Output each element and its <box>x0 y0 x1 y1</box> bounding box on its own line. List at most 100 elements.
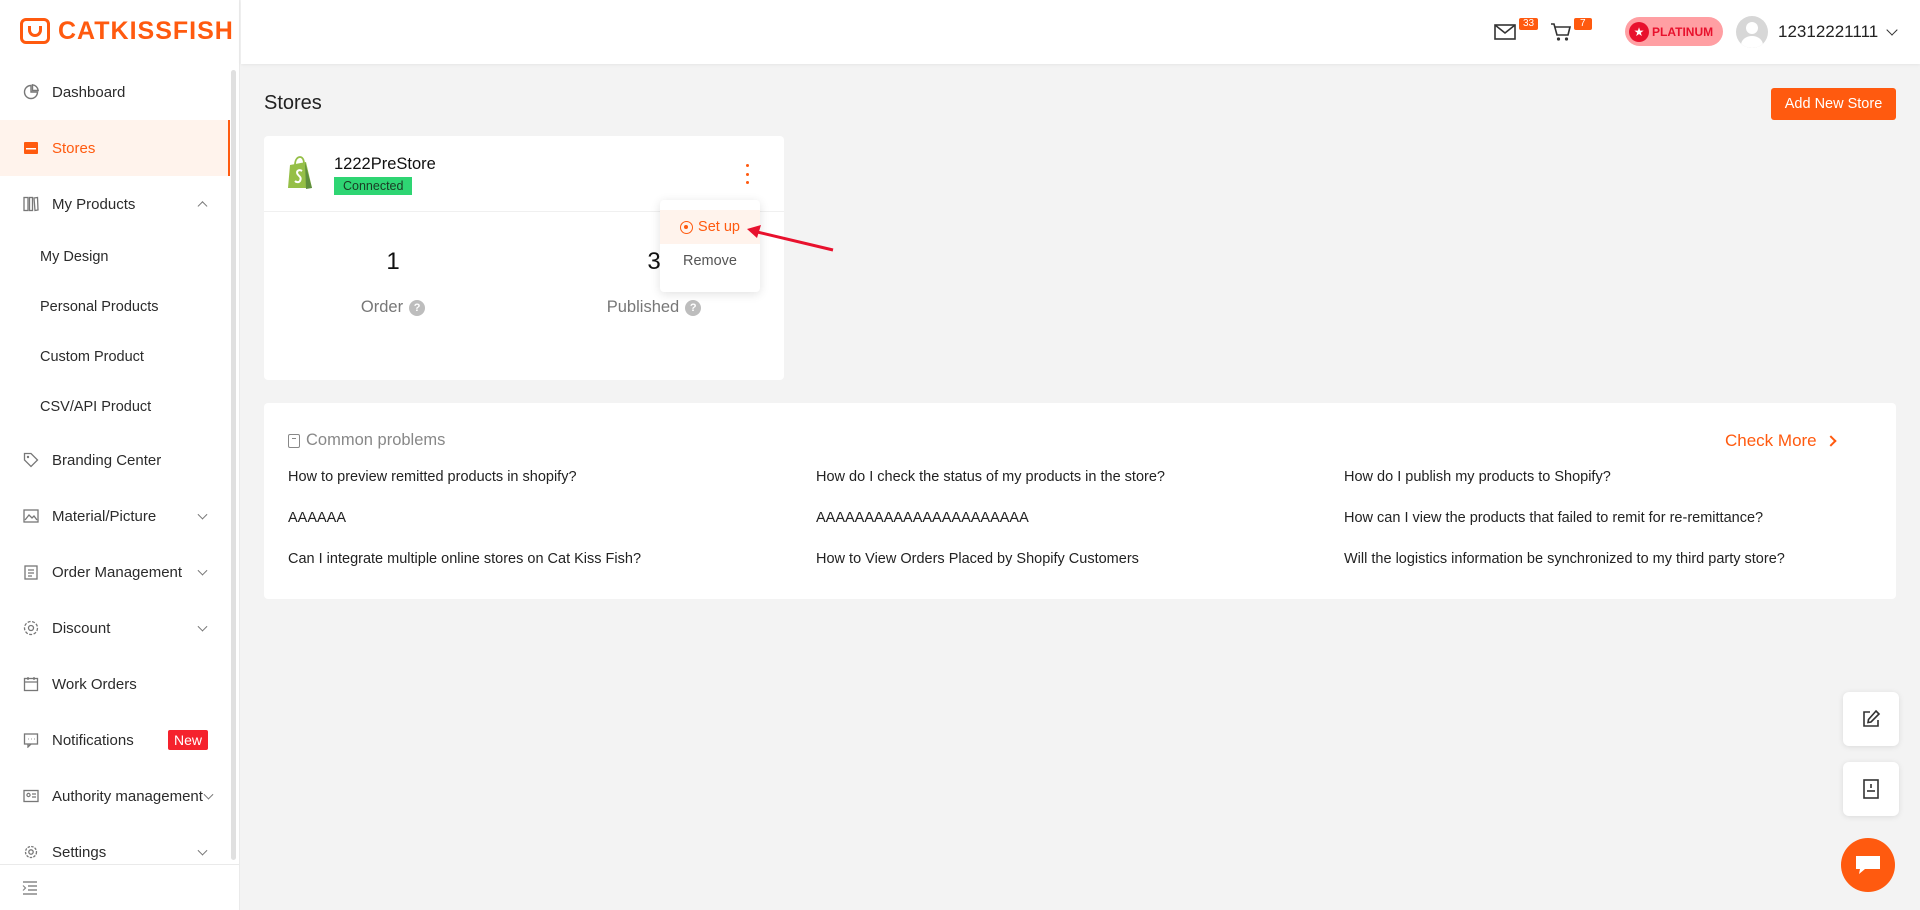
chevron-down-icon <box>197 565 208 576</box>
published-label: Published <box>606 298 680 316</box>
gear-icon <box>22 843 40 861</box>
sidebar-nav: Dashboard Stores My Products My Design P… <box>0 64 230 880</box>
dashboard-icon <box>22 83 40 101</box>
sidebar-item-label: Notifications <box>52 731 134 749</box>
chevron-right-icon <box>1824 435 1837 447</box>
book-icon <box>1863 779 1879 799</box>
annotation-arrow <box>747 225 834 252</box>
faq-link[interactable]: Can I integrate multiple online stores o… <box>288 551 641 567</box>
section-title-text: Common problems <box>306 431 446 449</box>
tag-icon <box>22 451 40 469</box>
message-icon <box>22 731 40 749</box>
sidebar-item-material-picture[interactable]: Material/Picture <box>0 488 230 544</box>
sidebar-item-label: Authority management <box>52 787 203 805</box>
sidebar-item-my-products[interactable]: My Products <box>0 176 230 232</box>
store-icon <box>22 139 40 157</box>
menu-fold-icon <box>22 880 37 895</box>
sidebar-item-label: Stores <box>52 139 96 157</box>
book-icon <box>288 433 300 448</box>
sidebar-item-label: Dashboard <box>52 83 126 101</box>
faq-link[interactable]: How can I view the products that failed … <box>1344 510 1763 526</box>
help-icon[interactable]: ? <box>409 299 426 316</box>
sidebar-item-label: My Products <box>52 195 136 213</box>
chevron-down-icon <box>203 789 214 800</box>
order-count: 1 <box>386 248 400 275</box>
faq-link[interactable]: Will the logistics information be synchr… <box>1344 551 1785 567</box>
help-icon[interactable]: ? <box>685 299 702 316</box>
order-stat: 1 Order ? <box>293 248 493 317</box>
edit-icon <box>1863 709 1881 727</box>
page-title: Stores <box>264 92 322 114</box>
chevron-down-icon <box>197 509 208 520</box>
sidebar-item-branding-center[interactable]: Branding Center <box>0 432 230 488</box>
chevron-down-icon <box>197 621 208 632</box>
faq-link[interactable]: AAAAAAAAAAAAAAAAAAAAAA <box>816 510 1029 526</box>
common-problems-title: Common problems <box>288 431 445 450</box>
chat-button[interactable] <box>1841 838 1895 892</box>
calendar-icon <box>22 675 40 693</box>
sidebar-scrollbar[interactable] <box>231 70 236 860</box>
sidebar: CATKISSFISH Dashboard Stores My Products… <box>0 0 240 910</box>
cart-count-badge: 7 <box>1574 18 1592 30</box>
avatar[interactable] <box>1736 16 1768 48</box>
sidebar-item-label: Order Management <box>52 563 183 581</box>
order-label-row: Order ? <box>293 298 493 317</box>
guide-button[interactable] <box>1843 762 1899 816</box>
common-problems-panel: Common problems Check More How to previe… <box>264 403 1896 599</box>
sidebar-item-label: Discount <box>52 619 111 637</box>
new-badge: New <box>168 730 209 750</box>
sidebar-subitem-my-design[interactable]: My Design <box>0 232 230 282</box>
id-card-icon <box>22 787 40 805</box>
sidebar-item-label: Settings <box>52 843 107 861</box>
check-more-label: Check More <box>1725 431 1817 450</box>
brand-logo[interactable]: CATKISSFISH <box>0 0 239 62</box>
username[interactable]: 12312221111 <box>1778 22 1878 42</box>
sidebar-subitem-custom-product[interactable]: Custom Product <box>0 332 230 382</box>
discount-icon <box>22 619 40 637</box>
chevron-down-icon <box>197 845 208 856</box>
brand-name: CATKISSFISH <box>58 16 234 45</box>
sidebar-item-dashboard[interactable]: Dashboard <box>0 64 230 120</box>
add-new-store-button[interactable]: Add New Store <box>1771 88 1896 120</box>
clipboard-icon <box>22 563 40 581</box>
faq-link[interactable]: How do I check the status of my products… <box>816 469 1165 485</box>
feedback-button[interactable] <box>1843 692 1899 746</box>
mail-icon <box>1494 24 1516 40</box>
faq-link[interactable]: How to preview remitted products in shop… <box>288 469 577 485</box>
membership-badge[interactable]: ★ PLATINUM <box>1625 17 1723 46</box>
collapse-sidebar-button[interactable] <box>0 864 240 910</box>
check-more-link[interactable]: Check More <box>1725 431 1837 451</box>
chevron-up-icon <box>197 201 208 212</box>
sidebar-item-work-orders[interactable]: Work Orders <box>0 656 230 712</box>
cart-button[interactable]: 7 <box>1550 18 1592 44</box>
sidebar-item-order-management[interactable]: Order Management <box>0 544 230 600</box>
platinum-star-icon: ★ <box>1629 21 1649 42</box>
sidebar-item-label: Branding Center <box>52 451 162 469</box>
sidebar-subitem-personal-products[interactable]: Personal Products <box>0 282 230 332</box>
image-icon <box>22 507 40 525</box>
sidebar-subitem-csv-api-product[interactable]: CSV/API Product <box>0 382 230 432</box>
cart-icon <box>1551 23 1572 41</box>
menu-item-label: Set up <box>698 219 740 235</box>
order-label: Order <box>360 298 404 316</box>
faq-link[interactable]: How to View Orders Placed by Shopify Cus… <box>816 551 1139 567</box>
store-name: 1222PreStore <box>334 155 436 173</box>
sidebar-item-authority-management[interactable]: Authority management <box>0 768 230 824</box>
cat-logo-icon <box>20 18 50 44</box>
sidebar-item-notifications[interactable]: Notifications New <box>0 712 230 768</box>
chat-bubble-icon <box>1856 856 1880 874</box>
sidebar-item-discount[interactable]: Discount <box>0 600 230 656</box>
sidebar-item-stores[interactable]: Stores <box>0 120 230 176</box>
connection-status-badge: Connected <box>334 177 413 195</box>
more-options-icon[interactable] <box>744 164 750 184</box>
sidebar-item-label: Work Orders <box>52 675 137 693</box>
shopify-icon <box>288 156 312 189</box>
sidebar-item-label: Material/Picture <box>52 507 157 525</box>
faq-link[interactable]: How do I publish my products to Shopify? <box>1344 469 1611 485</box>
settings-icon <box>680 220 694 234</box>
mail-button[interactable]: 33 <box>1494 18 1539 44</box>
mail-count-badge: 33 <box>1519 18 1539 30</box>
membership-label: PLATINUM <box>1652 24 1714 39</box>
published-label-row: Published ? <box>554 298 754 317</box>
faq-link[interactable]: AAAAAA <box>288 510 346 526</box>
